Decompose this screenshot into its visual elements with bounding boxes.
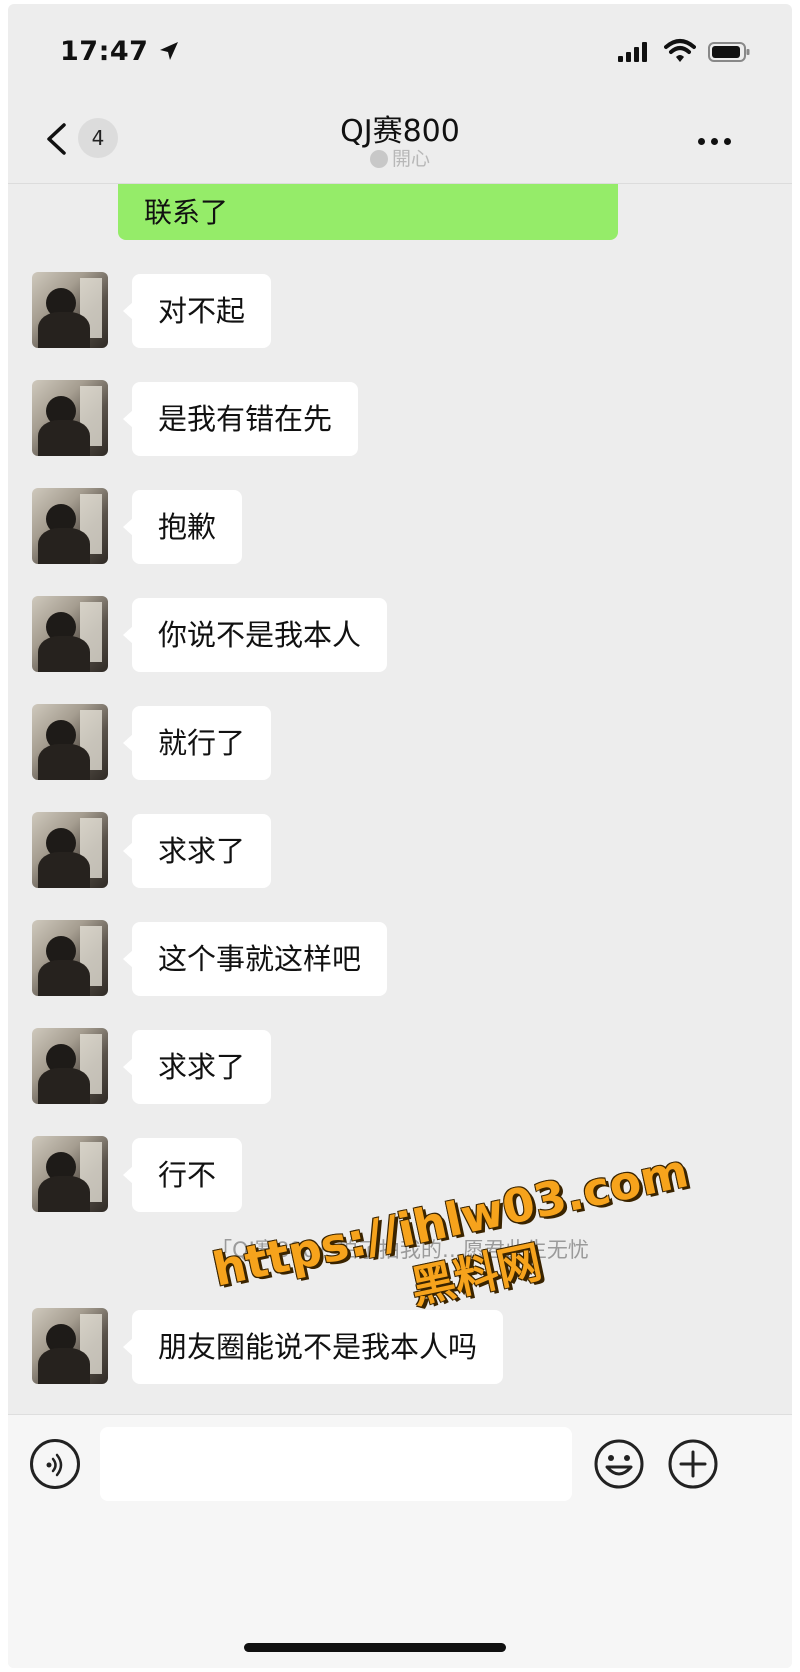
contact-avatar[interactable]: [32, 380, 108, 456]
message-input[interactable]: [100, 1427, 572, 1501]
received-message-bubble[interactable]: 朋友圈能说不是我本人吗: [122, 1310, 504, 1384]
received-message-bubble[interactable]: 你说不是我本人: [122, 598, 388, 672]
battery-icon: [708, 42, 750, 62]
contact-avatar[interactable]: [32, 1136, 108, 1212]
received-message-bubble[interactable]: 对不起: [122, 274, 272, 348]
message-row: 对不起: [8, 272, 792, 352]
message-row: 行不: [8, 1136, 792, 1216]
status-time: 17:47: [60, 36, 149, 67]
sent-message-text: 联系了: [144, 196, 229, 229]
received-message-bubble[interactable]: 是我有错在先: [122, 382, 359, 456]
contact-avatar[interactable]: [32, 812, 108, 888]
status-emoji-icon: [369, 150, 388, 168]
contact-avatar[interactable]: [32, 272, 108, 348]
chat-screen: 17:47 4 QJ赛800 開心 联系了 对不起 是我有错在先 抱歉 你说不是…: [8, 4, 792, 1668]
input-bar: [8, 1414, 792, 1668]
message-row: 你说不是我本人: [8, 596, 792, 676]
received-message-bubble[interactable]: 这个事就这样吧: [122, 922, 388, 996]
home-indicator: [244, 1643, 506, 1652]
status-bar: 17:47: [8, 4, 792, 100]
chat-header: 4 QJ赛800 開心: [8, 100, 792, 184]
wifi-icon: [664, 39, 696, 62]
message-row: 求求了: [8, 1028, 792, 1108]
message-row: 是我有错在先: [8, 380, 792, 460]
received-message-bubble[interactable]: 就行了: [122, 706, 272, 780]
plus-icon[interactable]: [666, 1437, 720, 1491]
message-row: 这个事就这样吧: [8, 920, 792, 1000]
contact-avatar[interactable]: [32, 704, 108, 780]
message-row: 抱歉: [8, 488, 792, 568]
received-message-bubble[interactable]: 行不: [122, 1138, 243, 1212]
contact-avatar[interactable]: [32, 1028, 108, 1104]
contact-avatar[interactable]: [32, 920, 108, 996]
location-arrow-icon: [160, 42, 178, 60]
pat-notice: 「QJ赛800」拍了拍我的…愿君此生无忧: [211, 1238, 589, 1262]
message-row: 求求了: [8, 812, 792, 892]
message-row: 就行了: [8, 704, 792, 784]
message-row: 朋友圈能说不是我本人吗: [8, 1308, 792, 1388]
contact-avatar[interactable]: [32, 596, 108, 672]
contact-status-text: 開心: [391, 148, 430, 170]
signal-icon: [618, 42, 647, 62]
emoji-icon[interactable]: [592, 1437, 646, 1491]
message-list: 联系了 对不起 是我有错在先 抱歉 你说不是我本人 就行了 求求了 这个事就这样…: [8, 184, 792, 1414]
received-message-bubble[interactable]: 求求了: [122, 814, 272, 888]
contact-status: 開心: [8, 144, 792, 171]
contact-avatar[interactable]: [32, 1308, 108, 1384]
contact-avatar[interactable]: [32, 488, 108, 564]
received-message-bubble[interactable]: 抱歉: [122, 490, 243, 564]
voice-icon[interactable]: [30, 1439, 80, 1489]
more-icon[interactable]: [698, 138, 731, 145]
received-message-bubble[interactable]: 求求了: [122, 1030, 272, 1104]
sent-message-bubble[interactable]: 联系了: [118, 184, 618, 240]
